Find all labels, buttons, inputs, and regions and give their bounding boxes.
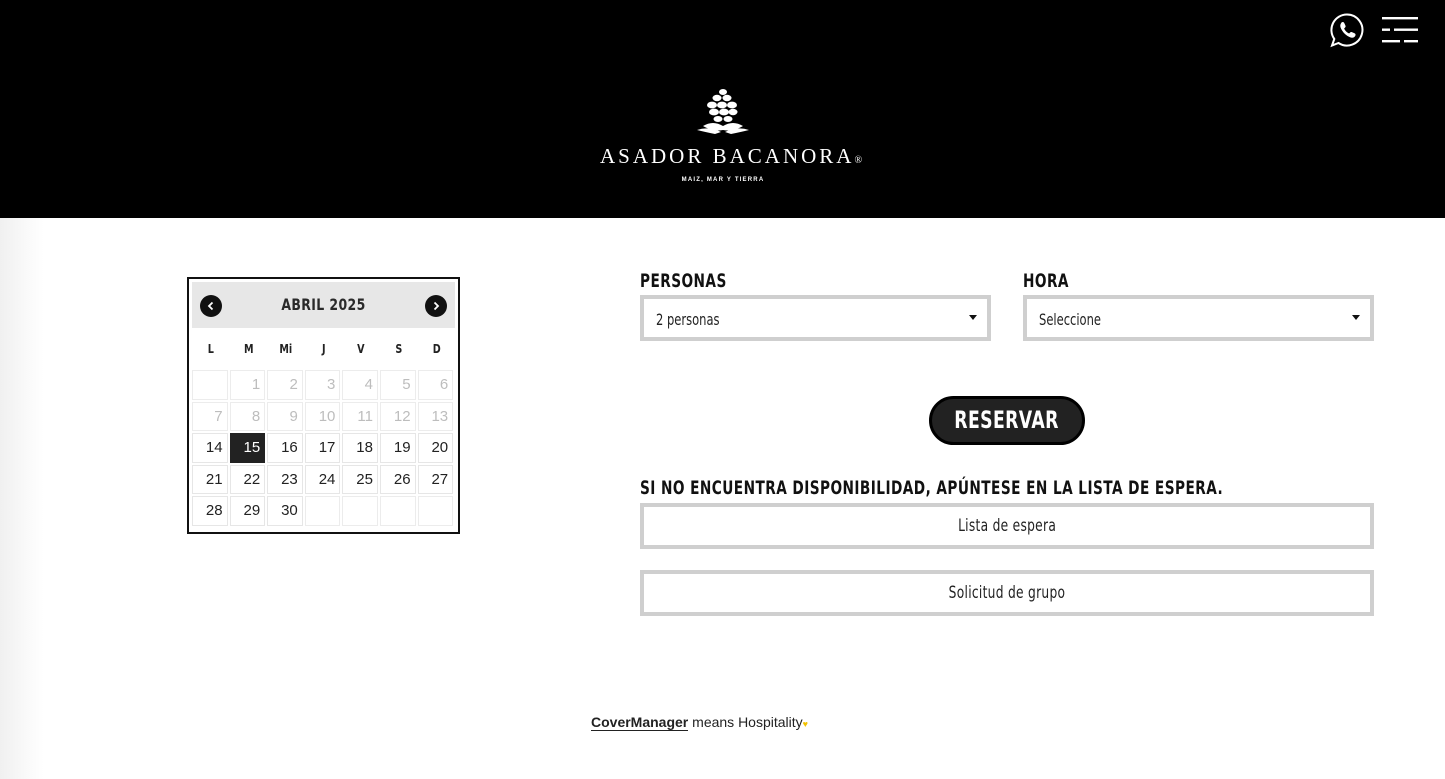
caret-down-icon (969, 315, 977, 320)
weekday-label: J (321, 342, 326, 356)
hamburger-menu-icon[interactable] (1380, 14, 1420, 46)
hora-select-value: Seleccione (1039, 310, 1101, 329)
calendar-day[interactable]: 20 (417, 433, 454, 463)
footer-credit: CoverManager means Hospitality♥ (591, 714, 808, 731)
personas-select[interactable]: 2 personas (640, 295, 991, 341)
weekday-label: S (395, 342, 403, 356)
side-shade (0, 218, 44, 779)
calendar-day[interactable]: 23 (267, 464, 303, 495)
waitlist-notice: SI NO ENCUENTRA DISPONIBILIDAD, APÚNTESE… (640, 477, 1224, 499)
calendar-day[interactable]: 16 (267, 433, 303, 463)
weekday-label: M (243, 342, 254, 356)
calendar-day-disabled: 7 (192, 401, 228, 432)
calendar-day-disabled: 2 (267, 370, 303, 400)
calendar-day[interactable]: 18 (342, 433, 378, 463)
calendar-days-grid: 1 2 3 4 5 6 7 8 9 10 11 12 13 14 15 16 17 18 19 20 21 22 23 24 2… (192, 370, 455, 526)
calendar-empty-cell (379, 496, 416, 526)
personas-label: PERSONAS (640, 270, 727, 292)
calendar-day[interactable]: 27 (417, 464, 454, 495)
calendar-day[interactable]: 24 (304, 464, 341, 495)
calendar-month-title: ABRIL 2025 (281, 295, 366, 314)
calendar-day[interactable]: 29 (229, 496, 266, 526)
calendar-day-disabled: 4 (342, 370, 378, 400)
weekday-label: D (432, 342, 441, 356)
reservar-button-label: RESERVAR (954, 406, 1060, 434)
calendar-day-disabled: 6 (417, 370, 454, 400)
waitlist-button[interactable]: Lista de espera (640, 503, 1374, 549)
brand-tagline: MAIZ, MAR Y TIERRA (681, 177, 765, 183)
calendar-day[interactable]: 22 (229, 464, 266, 495)
next-month-button[interactable] (425, 295, 447, 317)
calendar-day[interactable]: 14 (192, 433, 228, 463)
date-picker: ABRIL 2025 L M Mi J V S D 1 2 3 4 5 6 7 8 9 10 11 1… (187, 277, 460, 534)
caret-down-icon (1352, 315, 1360, 320)
whatsapp-icon[interactable] (1329, 12, 1365, 48)
calendar-empty-cell (304, 496, 341, 526)
footer-tagline: means Hospitality (688, 714, 803, 730)
prev-month-button[interactable] (200, 295, 222, 317)
calendar-day-disabled: 1 (229, 370, 266, 400)
calendar-empty-cell (192, 370, 228, 400)
calendar-day-disabled: 9 (267, 401, 303, 432)
calendar-day[interactable]: 19 (379, 433, 416, 463)
weekday-label: Mi (279, 342, 293, 356)
calendar-day-disabled: 3 (304, 370, 341, 400)
hora-select[interactable]: Seleccione (1023, 295, 1374, 341)
waitlist-button-label: Lista de espera (957, 516, 1057, 536)
calendar-day[interactable]: 21 (192, 464, 228, 495)
brand-registered-mark: ® (854, 155, 866, 166)
personas-select-value: 2 personas (656, 310, 720, 329)
calendar-empty-cell (417, 496, 454, 526)
calendar-header: ABRIL 2025 (192, 282, 455, 328)
heart-icon: ♥ (802, 719, 808, 729)
calendar-day-disabled: 12 (379, 401, 416, 432)
weekday-label: V (357, 342, 365, 356)
hora-label: HORA (1023, 270, 1069, 292)
calendar-day[interactable]: 30 (267, 496, 303, 526)
group-request-button[interactable]: Solicitud de grupo (640, 570, 1374, 616)
group-request-button-label: Solicitud de grupo (948, 583, 1066, 603)
chevron-right-icon (433, 301, 440, 311)
calendar-day-disabled: 11 (342, 401, 378, 432)
calendar-day[interactable]: 25 (342, 464, 378, 495)
weekday-label: L (207, 342, 214, 356)
calendar-day-disabled: 13 (417, 401, 454, 432)
calendar-day-selected[interactable]: 15 (229, 433, 266, 463)
calendar-day-disabled: 8 (229, 401, 266, 432)
chevron-left-icon (207, 301, 214, 311)
calendar-day[interactable]: 17 (304, 433, 341, 463)
brand-name: ASADOR BACANORA (600, 144, 855, 168)
calendar-day[interactable]: 26 (379, 464, 416, 495)
brand-logo: ASADOR BACANORA® MAIZ, MAR Y TIERRA (600, 86, 862, 186)
pinecone-logo-icon (697, 89, 749, 134)
site-header: ASADOR BACANORA® MAIZ, MAR Y TIERRA (0, 0, 1445, 218)
calendar-day-disabled: 5 (379, 370, 416, 400)
reservar-button[interactable]: RESERVAR (929, 396, 1085, 445)
calendar-day[interactable]: 28 (192, 496, 228, 526)
calendar-empty-cell (342, 496, 378, 526)
calendar-day-disabled: 10 (304, 401, 341, 432)
covermanager-link[interactable]: CoverManager (591, 714, 689, 731)
weekday-header: L M Mi J V S D (192, 328, 455, 370)
